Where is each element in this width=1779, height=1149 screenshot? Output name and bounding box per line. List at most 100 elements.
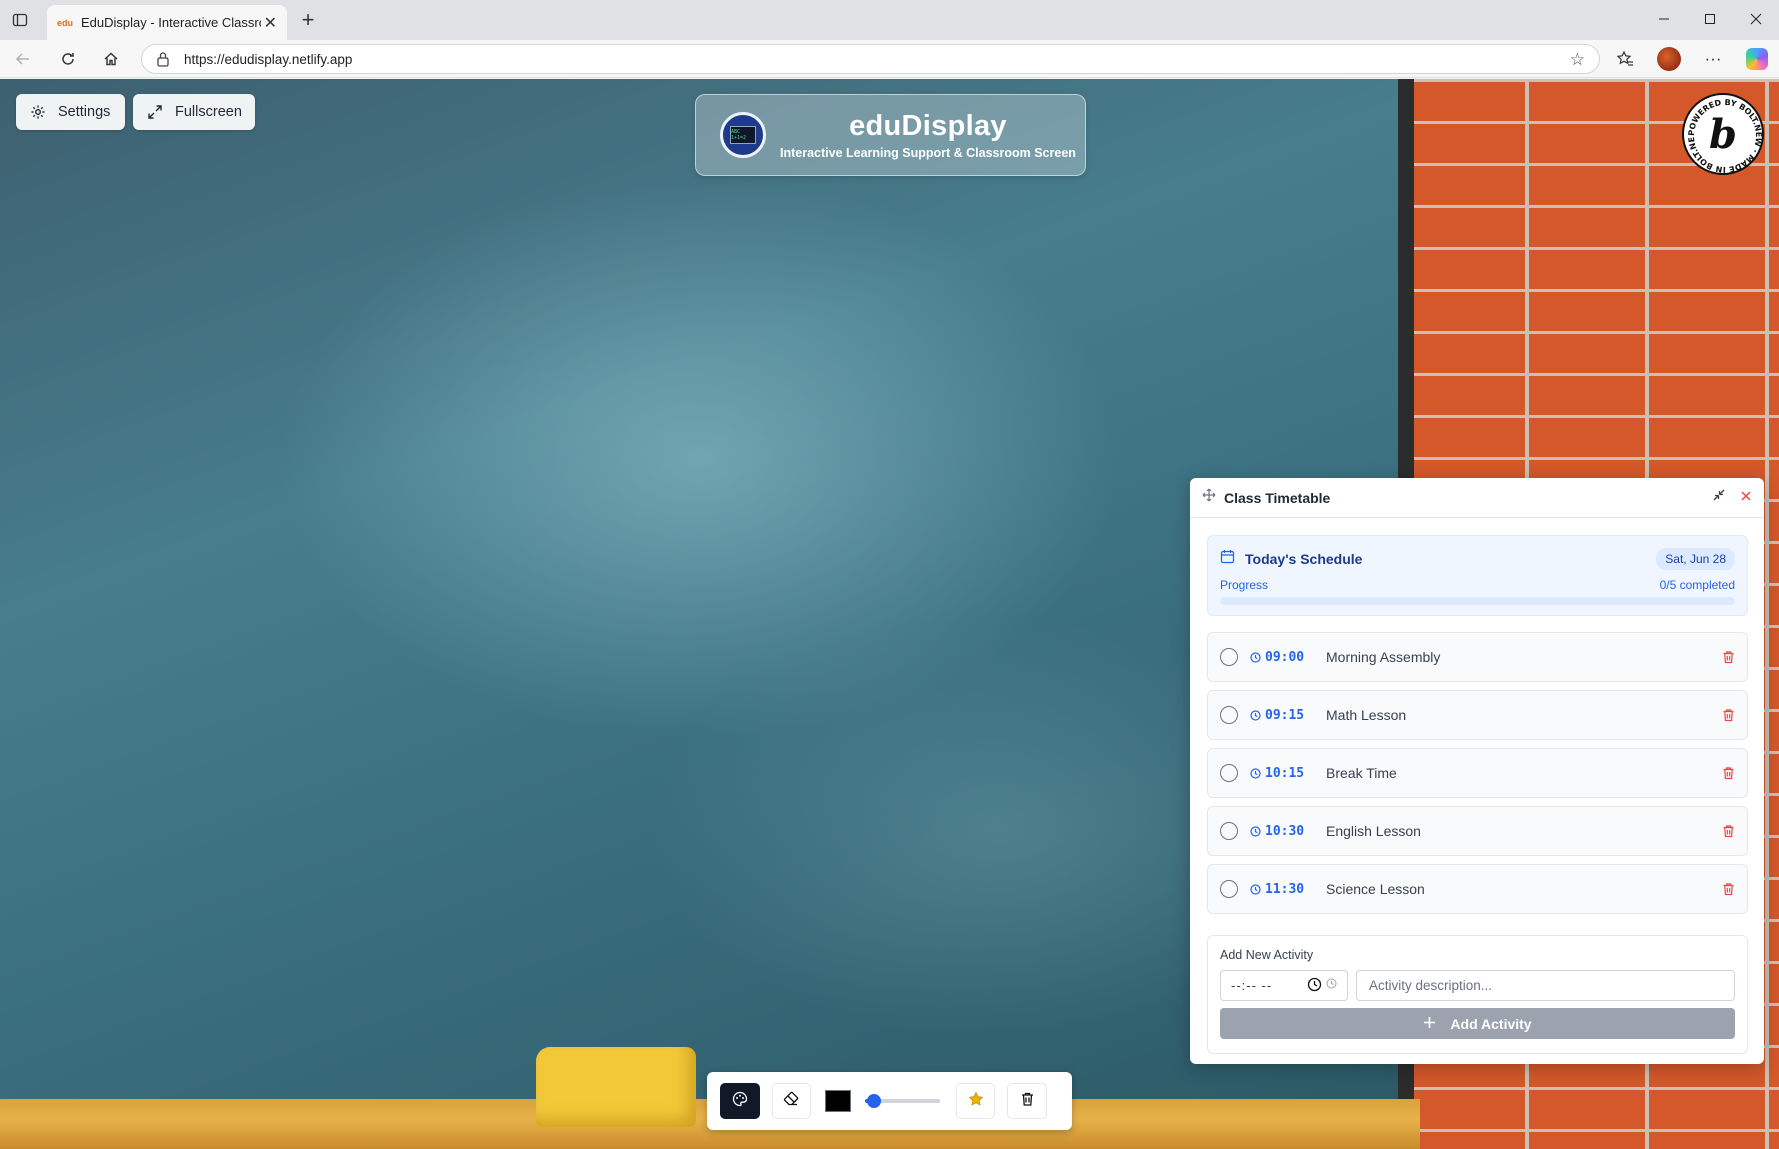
delete-item-icon[interactable]	[1722, 766, 1735, 780]
drag-move-icon[interactable]	[1202, 488, 1216, 507]
date-badge: Sat, Jun 28	[1656, 548, 1735, 570]
profile-avatar[interactable]	[1647, 40, 1691, 78]
complete-checkbox[interactable]	[1220, 764, 1238, 782]
item-time: 10:30	[1250, 824, 1322, 839]
app-header: ABC 1+1=2 eduDisplay Interactive Learnin…	[695, 94, 1086, 176]
svg-text:POWERED BY BOLT.NEW · MADE IN: POWERED BY BOLT.NEW · MADE IN BOLT.NEW ·	[1684, 95, 1763, 174]
schedule-item: 09:00 Morning Assembly	[1207, 632, 1748, 682]
minimize-icon[interactable]	[1641, 0, 1687, 38]
pen-color-picker[interactable]	[825, 1090, 851, 1112]
item-time-value: 09:00	[1265, 649, 1305, 665]
add-activity-form: Add New Activity --:-- -- Activity descr…	[1207, 935, 1748, 1054]
item-activity: Break Time	[1326, 765, 1397, 781]
progress-label: Progress	[1220, 578, 1269, 592]
star-icon	[968, 1091, 984, 1112]
item-time-value: 10:15	[1265, 765, 1305, 781]
item-time: 10:15	[1250, 766, 1322, 781]
favorite-star-icon[interactable]: ☆	[1570, 50, 1585, 70]
pen-tool-button[interactable]	[720, 1083, 760, 1119]
complete-checkbox[interactable]	[1220, 880, 1238, 898]
app-logo: ABC 1+1=2	[720, 112, 766, 158]
browser-tab[interactable]: edu EduDisplay - Interactive Classroom ✕	[47, 5, 287, 40]
clear-canvas-button[interactable]	[1007, 1083, 1047, 1119]
app-subtitle: Interactive Learning Support & Classroom…	[780, 146, 1076, 160]
delete-item-icon[interactable]	[1722, 824, 1735, 838]
fullscreen-label: Fullscreen	[175, 104, 242, 120]
add-activity-button[interactable]: Add Activity	[1220, 1008, 1735, 1039]
schedule-item: 10:15 Break Time	[1207, 748, 1748, 798]
progress-bar	[1220, 597, 1735, 605]
sponge-image	[536, 1047, 696, 1127]
fullscreen-button[interactable]: Fullscreen	[133, 94, 255, 130]
time-input[interactable]: --:-- --	[1220, 970, 1348, 1001]
timetable-title: Class Timetable	[1224, 489, 1331, 506]
eraser-tool-button[interactable]	[771, 1083, 812, 1119]
sticker-button[interactable]	[955, 1083, 996, 1119]
eraser-icon	[783, 1091, 799, 1112]
item-time-value: 10:30	[1265, 823, 1305, 839]
close-window-icon[interactable]	[1733, 0, 1779, 38]
timetable-panel: Class Timetable Today's Schedule Sat, Ju…	[1190, 478, 1764, 1064]
back-icon[interactable]	[9, 46, 37, 72]
delete-item-icon[interactable]	[1722, 650, 1735, 664]
clock-icon	[1250, 883, 1261, 895]
lock-icon[interactable]	[156, 51, 172, 67]
gear-icon	[30, 104, 46, 120]
clock-icon	[1250, 709, 1261, 721]
slider-thumb[interactable]	[866, 1094, 881, 1108]
schedule-list: 09:00 Morning Assembly 09:15 Math Lesson 10:…	[1207, 632, 1748, 922]
expand-icon	[147, 104, 163, 120]
plus-icon	[1423, 1016, 1436, 1032]
settings-button[interactable]: Settings	[16, 94, 125, 130]
brush-size-slider[interactable]	[864, 1091, 940, 1111]
complete-checkbox[interactable]	[1220, 822, 1238, 840]
clock-icon	[1250, 825, 1261, 837]
schedule-item: 09:15 Math Lesson	[1207, 690, 1748, 740]
copilot-icon[interactable]	[1735, 40, 1779, 78]
app-title: eduDisplay	[849, 110, 1007, 142]
address-bar[interactable]: https://edudisplay.netlify.app ☆	[141, 44, 1600, 74]
home-icon[interactable]	[97, 46, 125, 72]
address-url: https://edudisplay.netlify.app	[184, 51, 353, 67]
schedule-title: Today's Schedule	[1245, 551, 1363, 567]
chalkboard-canvas[interactable]	[0, 79, 1398, 1099]
item-activity: Science Lesson	[1326, 881, 1425, 897]
delete-item-icon[interactable]	[1722, 882, 1735, 896]
clock-icon	[1326, 977, 1337, 995]
item-time: 09:15	[1250, 708, 1322, 723]
tab-title: EduDisplay - Interactive Classroom	[81, 15, 261, 30]
item-time-value: 11:30	[1265, 881, 1305, 897]
calendar-icon	[1220, 549, 1235, 569]
add-activity-label: Add Activity	[1450, 1015, 1532, 1032]
activity-description-input[interactable]	[1356, 970, 1735, 1001]
more-icon[interactable]: ···	[1691, 40, 1735, 78]
window-controls	[1641, 0, 1779, 40]
minimize-panel-icon[interactable]	[1712, 488, 1726, 507]
favorites-icon[interactable]	[1603, 40, 1647, 78]
schedule-item: 11:30 Science Lesson	[1207, 864, 1748, 914]
item-activity: English Lesson	[1326, 823, 1421, 839]
close-panel-icon[interactable]	[1740, 489, 1752, 507]
logo-text: ABC 1+1=2	[730, 126, 756, 144]
complete-checkbox[interactable]	[1220, 706, 1238, 724]
bolt-badge-logo[interactable]: POWERED BY BOLT.NEW · MADE IN BOLT.NEW ·…	[1682, 93, 1764, 175]
maximize-icon[interactable]	[1687, 0, 1733, 38]
tab-close-icon[interactable]: ✕	[264, 13, 277, 33]
tab-actions-icon[interactable]	[8, 8, 32, 32]
tab-favicon-icon: edu	[57, 17, 74, 28]
browser-tabstrip: edu EduDisplay - Interactive Classroom ✕…	[0, 0, 1779, 40]
clock-picker-icon[interactable]	[1307, 977, 1322, 995]
timetable-header[interactable]: Class Timetable	[1190, 478, 1764, 518]
progress-count: 0/5 completed	[1659, 578, 1735, 592]
time-input-value: --:-- --	[1231, 978, 1273, 993]
add-activity-title: Add New Activity	[1220, 948, 1314, 962]
item-activity: Math Lesson	[1326, 707, 1407, 723]
reload-icon[interactable]	[54, 46, 82, 72]
new-tab-icon[interactable]: +	[296, 8, 320, 32]
delete-item-icon[interactable]	[1722, 708, 1735, 722]
complete-checkbox[interactable]	[1220, 648, 1238, 666]
schedule-summary: Today's Schedule Sat, Jun 28 Progress 0/…	[1207, 535, 1748, 616]
schedule-item: 10:30 English Lesson	[1207, 806, 1748, 856]
trash-icon	[1020, 1091, 1035, 1112]
browser-toolbar: https://edudisplay.netlify.app ☆ ···	[0, 40, 1779, 78]
